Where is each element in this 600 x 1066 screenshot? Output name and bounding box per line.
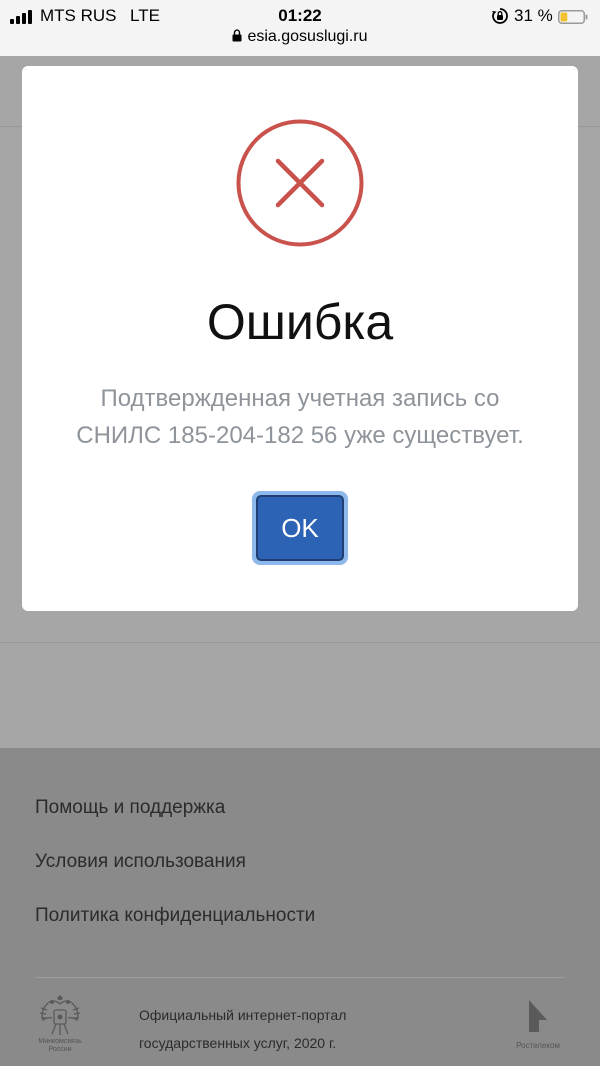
- portal-description: Официальный интернет-портал государствен…: [139, 1007, 347, 1051]
- clock: 01:22: [278, 6, 322, 25]
- rostelecom-logo: Ростелеком: [508, 998, 568, 1054]
- dialog-message-line-2: СНИЛС 185-204-182 56 уже существует.: [76, 422, 524, 449]
- footer-link-terms[interactable]: Условия использования: [35, 851, 246, 873]
- battery-icon: [558, 10, 588, 24]
- ministry-emblem: Минкомсвязь России: [30, 994, 90, 1058]
- ok-button[interactable]: OK: [252, 491, 348, 565]
- dialog-title: Ошибка: [206, 294, 394, 350]
- status-row: MTS RUS LTE 01:22 31 %: [0, 4, 600, 28]
- address-bar[interactable]: esia.gosuslugi.ru: [0, 28, 600, 52]
- dialog-message: Подтвержденная учетная запись со СНИЛС 1…: [42, 380, 558, 454]
- rostelecom-caption: Ростелеком: [516, 1041, 560, 1050]
- url-text: esia.gosuslugi.ru: [247, 28, 368, 45]
- footer-link-help[interactable]: Помощь и поддержка: [35, 797, 225, 819]
- double-eagle-icon: [39, 995, 81, 1035]
- background-divider: [0, 642, 600, 643]
- battery-percent: 31 %: [514, 6, 553, 25]
- rostelecom-logo-icon: [529, 1000, 547, 1032]
- error-x-circle-icon: [236, 119, 364, 247]
- ok-button-label: OK: [256, 495, 344, 561]
- emblem-caption: Минкомсвязь России: [38, 1038, 82, 1053]
- rotation-lock-icon: [492, 8, 508, 24]
- dialog-message-line-1: Подтвержденная учетная запись со: [100, 385, 500, 412]
- footer-link-privacy[interactable]: Политика конфиденциальности: [35, 905, 315, 927]
- status-bar: MTS RUS LTE 01:22 31 % esia.gosuslugi.ru: [0, 0, 600, 56]
- footer: Помощь и поддержка Условия использования…: [0, 748, 600, 1066]
- error-dialog: Ошибка Подтвержденная учетная запись со …: [22, 66, 578, 611]
- footer-divider: [35, 977, 565, 978]
- lock-icon: [232, 29, 242, 42]
